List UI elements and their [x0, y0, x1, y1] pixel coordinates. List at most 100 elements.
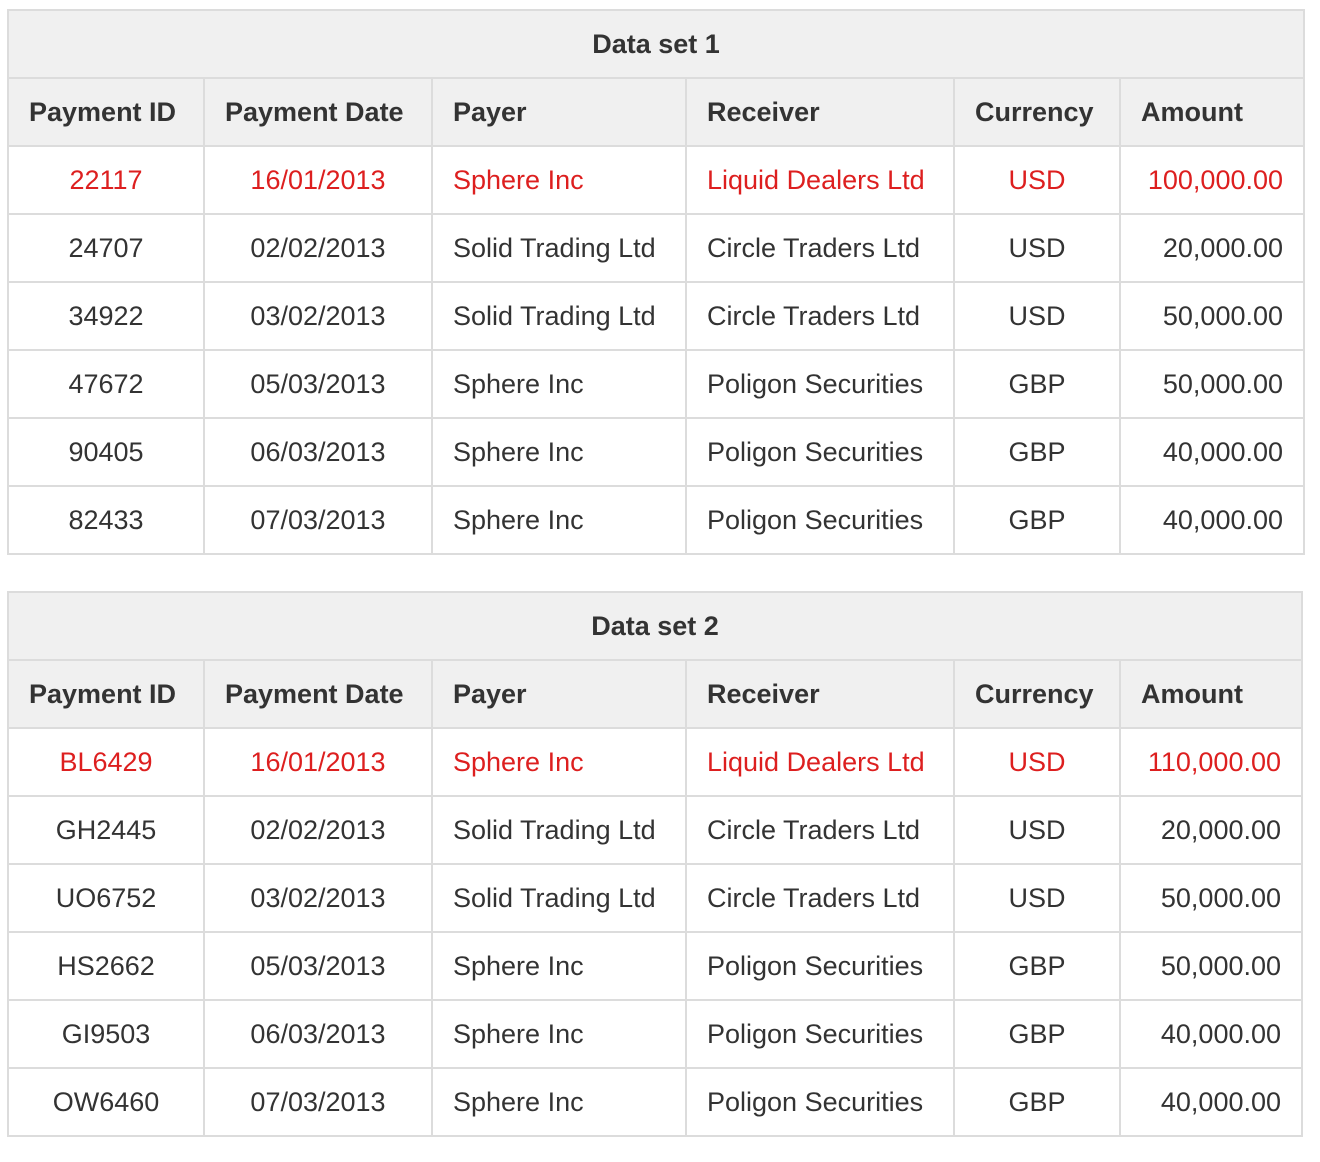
- cell-payment-id: GH2445: [7, 795, 205, 865]
- cell-currency: GBP: [953, 349, 1121, 419]
- column-header-currency: Currency: [953, 659, 1121, 729]
- table-row: 47672 05/03/2013 Sphere Inc Poligon Securit…: [7, 349, 1306, 419]
- table-row: 82433 07/03/2013 Sphere Inc Poligon Securit…: [7, 485, 1306, 555]
- table-row: GH2445 02/02/2013 Solid Trading Ltd Circle …: [7, 795, 1304, 865]
- cell-currency: USD: [953, 213, 1121, 283]
- cell-payment-id: BL6429: [7, 727, 205, 797]
- cell-payment-id: HS2662: [7, 931, 205, 1001]
- cell-amount: 110,000.00: [1118, 727, 1304, 797]
- cell-payment-date: 02/02/2013: [203, 795, 433, 865]
- cell-receiver: Liquid Dealers Ltd: [685, 727, 955, 797]
- cell-receiver: Circle Traders Ltd: [685, 213, 955, 283]
- cell-payment-date: 05/03/2013: [203, 931, 433, 1001]
- table-row: 34922 03/02/2013 Solid Trading Ltd Circle T…: [7, 281, 1306, 351]
- cell-currency: USD: [953, 795, 1121, 865]
- table-title: Data set 2: [6, 591, 1304, 661]
- cell-amount: 50,000.00: [1118, 863, 1304, 933]
- table-row: GI9503 06/03/2013 Sphere Inc Poligon Securi…: [7, 999, 1304, 1069]
- cell-currency: GBP: [953, 485, 1121, 555]
- cell-currency: USD: [953, 281, 1121, 351]
- cell-currency: USD: [953, 145, 1121, 215]
- table-row-highlighted: 22117 16/01/2013 Sphere Inc Liquid Dealers …: [7, 145, 1306, 215]
- table-title: Data set 1: [6, 9, 1306, 79]
- cell-payer: Sphere Inc: [431, 349, 687, 419]
- table-title-row: Data set 1: [6, 9, 1306, 79]
- table-title-row: Data set 2: [6, 591, 1304, 661]
- cell-payment-date: 07/03/2013: [203, 485, 433, 555]
- column-header-payer: Payer: [431, 659, 687, 729]
- table-row-highlighted: BL6429 16/01/2013 Sphere Inc Liquid Dealers…: [7, 727, 1304, 797]
- cell-currency: GBP: [953, 1067, 1121, 1137]
- cell-receiver: Poligon Securities: [685, 931, 955, 1001]
- table-header-row: Payment ID Payment Date Payer Receiver Curre…: [7, 659, 1304, 729]
- cell-receiver: Poligon Securities: [685, 349, 955, 419]
- cell-payer: Solid Trading Ltd: [431, 213, 687, 283]
- cell-payment-date: 16/01/2013: [203, 145, 433, 215]
- data-table-2: Data set 2 Payment ID Payment Date Payer Rec…: [6, 591, 1304, 1137]
- cell-payer: Sphere Inc: [431, 1067, 687, 1137]
- cell-payment-id: OW6460: [7, 1067, 205, 1137]
- cell-receiver: Poligon Securities: [685, 485, 955, 555]
- cell-payment-date: 02/02/2013: [203, 213, 433, 283]
- cell-payment-date: 06/03/2013: [203, 999, 433, 1069]
- cell-payer: Sphere Inc: [431, 485, 687, 555]
- cell-receiver: Circle Traders Ltd: [685, 281, 955, 351]
- column-header-payment-date: Payment Date: [203, 659, 433, 729]
- data-table-1: Data set 1 Payment ID Payment Date Payer Rec…: [6, 9, 1306, 555]
- table-row: 90405 06/03/2013 Sphere Inc Poligon Securit…: [7, 417, 1306, 487]
- cell-amount: 20,000.00: [1118, 795, 1304, 865]
- cell-payer: Sphere Inc: [431, 417, 687, 487]
- column-header-amount: Amount: [1118, 77, 1306, 147]
- cell-payment-id: 47672: [7, 349, 205, 419]
- column-header-receiver: Receiver: [685, 77, 955, 147]
- cell-payer: Solid Trading Ltd: [431, 863, 687, 933]
- cell-payment-date: 16/01/2013: [203, 727, 433, 797]
- cell-receiver: Circle Traders Ltd: [685, 795, 955, 865]
- cell-receiver: Poligon Securities: [685, 999, 955, 1069]
- cell-amount: 50,000.00: [1118, 349, 1306, 419]
- table-header-row: Payment ID Payment Date Payer Receiver Curre…: [7, 77, 1306, 147]
- cell-payment-date: 07/03/2013: [203, 1067, 433, 1137]
- cell-currency: GBP: [953, 417, 1121, 487]
- column-header-payment-id: Payment ID: [7, 659, 205, 729]
- column-header-payment-id: Payment ID: [7, 77, 205, 147]
- cell-currency: USD: [953, 727, 1121, 797]
- cell-currency: GBP: [953, 931, 1121, 1001]
- cell-currency: GBP: [953, 999, 1121, 1069]
- cell-payment-id: 34922: [7, 281, 205, 351]
- cell-receiver: Poligon Securities: [685, 417, 955, 487]
- cell-payment-id: 22117: [7, 145, 205, 215]
- cell-payment-id: GI9503: [7, 999, 205, 1069]
- cell-payer: Sphere Inc: [431, 727, 687, 797]
- column-header-payer: Payer: [431, 77, 687, 147]
- column-header-receiver: Receiver: [685, 659, 955, 729]
- cell-receiver: Circle Traders Ltd: [685, 863, 955, 933]
- cell-payment-date: 03/02/2013: [203, 863, 433, 933]
- cell-amount: 50,000.00: [1118, 281, 1306, 351]
- cell-receiver: Liquid Dealers Ltd: [685, 145, 955, 215]
- cell-payer: Solid Trading Ltd: [431, 795, 687, 865]
- cell-payer: Solid Trading Ltd: [431, 281, 687, 351]
- cell-amount: 40,000.00: [1118, 999, 1304, 1069]
- cell-receiver: Poligon Securities: [685, 1067, 955, 1137]
- cell-payer: Sphere Inc: [431, 931, 687, 1001]
- cell-amount: 40,000.00: [1118, 417, 1306, 487]
- cell-payment-id: 90405: [7, 417, 205, 487]
- cell-currency: USD: [953, 863, 1121, 933]
- cell-payment-id: 82433: [7, 485, 205, 555]
- cell-amount: 50,000.00: [1118, 931, 1304, 1001]
- table-row: HS2662 05/03/2013 Sphere Inc Poligon Securi…: [7, 931, 1304, 1001]
- column-header-currency: Currency: [953, 77, 1121, 147]
- column-header-payment-date: Payment Date: [203, 77, 433, 147]
- column-header-amount: Amount: [1118, 659, 1304, 729]
- cell-payment-date: 03/02/2013: [203, 281, 433, 351]
- table-row: UO6752 03/02/2013 Solid Trading Ltd Circle …: [7, 863, 1304, 933]
- cell-amount: 100,000.00: [1118, 145, 1306, 215]
- cell-amount: 40,000.00: [1118, 1067, 1304, 1137]
- table-row: 24707 02/02/2013 Solid Trading Ltd Circle T…: [7, 213, 1306, 283]
- table-row: OW6460 07/03/2013 Sphere Inc Poligon Securi…: [7, 1067, 1304, 1137]
- cell-payment-date: 06/03/2013: [203, 417, 433, 487]
- cell-payment-id: 24707: [7, 213, 205, 283]
- cell-amount: 20,000.00: [1118, 213, 1306, 283]
- cell-payer: Sphere Inc: [431, 145, 687, 215]
